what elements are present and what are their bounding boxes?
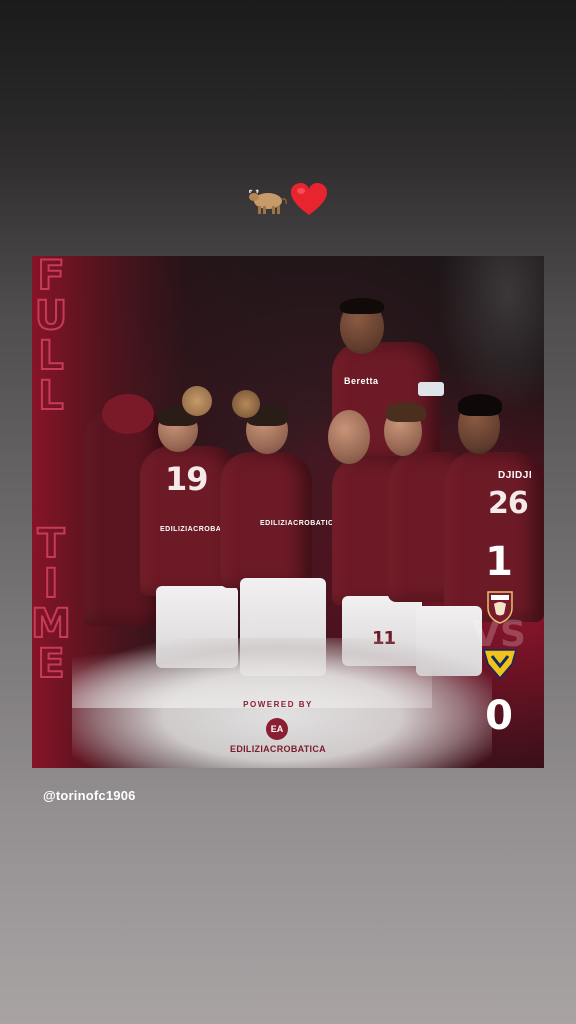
jersey-sponsor-text: EDILIZIACROBATICA — [260, 520, 340, 527]
player-head — [182, 386, 212, 416]
headline-letter: F — [36, 256, 65, 299]
chest-sponsor: Beretta — [344, 376, 379, 386]
headline-letter: L — [37, 333, 64, 379]
headline-letter: L — [37, 373, 64, 419]
home-score: 1 — [485, 539, 513, 585]
jersey-number-19: 19 — [165, 460, 209, 498]
headline-letter: E — [36, 641, 65, 687]
away-score: 0 — [485, 693, 513, 739]
player-hair — [458, 394, 502, 416]
full-headline: F U L L — [34, 256, 69, 419]
player-hair — [340, 298, 384, 314]
player-head — [328, 410, 370, 464]
white-paint-edge — [72, 638, 432, 708]
jersey-number-26: 26 — [488, 486, 529, 521]
player-hair — [386, 402, 426, 422]
player-head — [232, 390, 260, 418]
headline-letter: M — [32, 601, 72, 647]
captain-armband — [418, 382, 444, 396]
mention-sticker[interactable]: @torinofc1906 — [34, 785, 145, 806]
full-time-post-image[interactable]: 19 EDILIZIACROBATICA EDILIZIACROBATICA B… — [32, 256, 544, 768]
jersey-name-text: DJIDJI — [498, 470, 533, 481]
powered-by-label: POWERED BY — [243, 700, 313, 709]
player-head — [102, 394, 154, 434]
headline-letter: I — [43, 561, 60, 607]
headline-letter: T — [36, 521, 65, 567]
sponsor-name: EDILIZIACROBATICA — [230, 744, 326, 754]
ea-logo-icon: EA — [266, 718, 288, 740]
torino-crest-icon — [486, 590, 514, 624]
verona-crest-icon — [482, 644, 518, 680]
ox-emoji-icon — [248, 184, 288, 216]
emoji-row — [0, 178, 576, 222]
red-heart-emoji-icon — [290, 182, 328, 218]
headline-letter: U — [34, 293, 69, 339]
time-headline: T I M E — [32, 521, 72, 687]
